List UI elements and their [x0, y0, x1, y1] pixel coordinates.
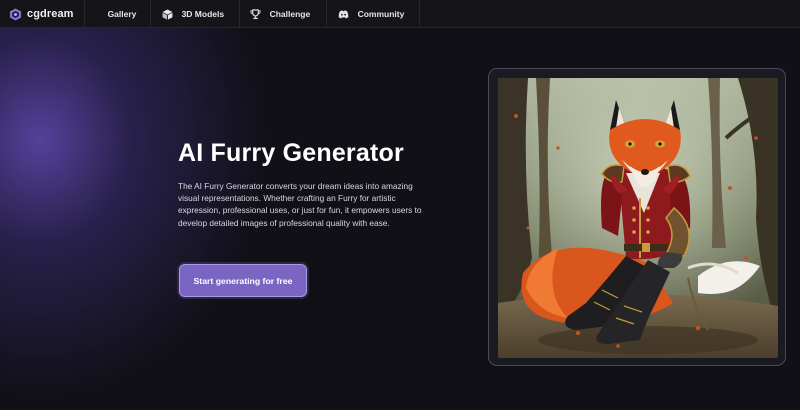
start-generating-button[interactable]: Start generating for free	[179, 264, 307, 297]
nav-item-challenge[interactable]: Challenge	[240, 0, 327, 28]
top-nav: cgdream Gallery 3D Models Challenge Comm…	[0, 0, 800, 28]
nav-item-3d-models[interactable]: 3D Models	[151, 0, 240, 28]
discord-icon	[338, 10, 348, 18]
brand-name: cgdream	[27, 8, 74, 20]
trophy-icon	[250, 8, 261, 19]
nav-label-gallery: Gallery	[107, 9, 137, 19]
cube-icon	[162, 9, 173, 20]
hero-title: AI Furry Generator	[178, 139, 404, 167]
nav-label-challenge: Challenge	[269, 9, 311, 19]
nav-label-3d-models: 3D Models	[181, 9, 225, 19]
cgdream-logo-icon	[9, 7, 22, 21]
brand-logo-link[interactable]: cgdream	[0, 0, 85, 28]
fox-character-illustration	[498, 78, 778, 358]
hero-description: The AI Furry Generator converts your dre…	[178, 181, 422, 228]
showcase-image-card	[488, 68, 786, 366]
page: cgdream Gallery 3D Models Challenge Comm…	[0, 0, 800, 410]
nav-label-community: Community	[357, 9, 405, 19]
start-generating-label: Start generating for free	[193, 275, 293, 286]
nav-item-gallery[interactable]: Gallery	[85, 0, 151, 28]
nav-item-community[interactable]: Community	[327, 0, 420, 28]
